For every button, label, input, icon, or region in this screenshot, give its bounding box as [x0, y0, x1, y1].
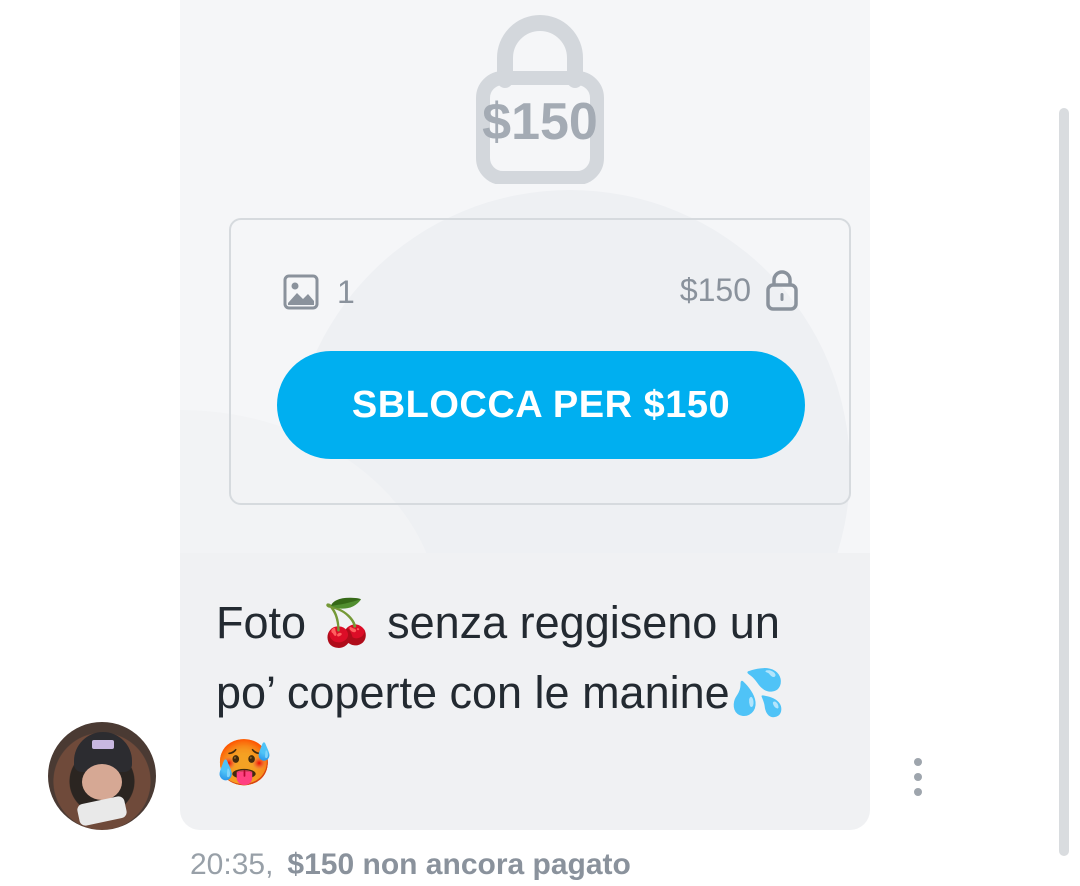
unlock-card: 1 $150 SBLOCCA PER $150 — [229, 218, 851, 505]
price-label: $150 — [679, 271, 751, 308]
message-bubble: $150 1 $150 SBLOCCA PER $150 Foto 🍒 senz… — [180, 0, 870, 830]
lock-icon — [766, 270, 798, 311]
avatar-face — [82, 764, 122, 800]
message-text-line: Foto 🍒 senza reggiseno un — [216, 597, 780, 648]
message-text: Foto 🍒 senza reggiseno un po’ coperte co… — [216, 588, 846, 798]
dot — [914, 758, 922, 766]
message-time: 20:35, — [190, 848, 274, 881]
overlay-price: $150 — [482, 93, 598, 151]
media-count-value: 1 — [337, 273, 355, 310]
payment-status: $150 non ancora pagato — [287, 848, 631, 881]
dot — [914, 773, 922, 781]
more-vertical-icon[interactable] — [906, 756, 930, 798]
avatar[interactable] — [48, 722, 156, 830]
message-meta: 20:35, $150 non ancora pagato — [190, 846, 631, 884]
media-count: 1 — [283, 272, 355, 312]
avatar-visor — [92, 740, 114, 749]
unlock-button[interactable]: SBLOCCA PER $150 — [277, 351, 805, 459]
dot — [914, 788, 922, 796]
message-text-line: po’ coperte con le manine💦 — [216, 667, 786, 718]
image-icon — [283, 274, 319, 310]
locked-media-preview[interactable]: $150 1 $150 SBLOCCA PER $150 — [180, 0, 870, 553]
price-info: $150 — [679, 270, 799, 311]
chat-view: $150 1 $150 SBLOCCA PER $150 Foto 🍒 senz… — [0, 0, 1080, 886]
avatar-strap — [76, 795, 128, 827]
scrollbar[interactable] — [1059, 108, 1069, 856]
message-text-line: 🥵 — [216, 737, 273, 788]
